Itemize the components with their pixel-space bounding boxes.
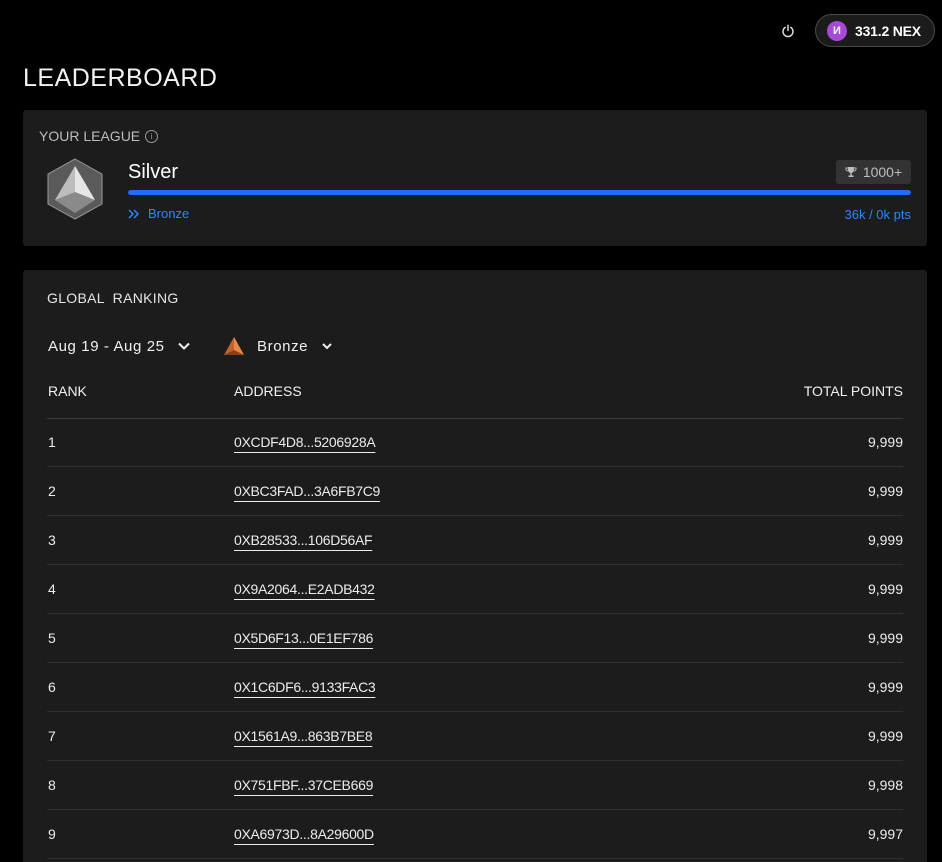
rank-cell: 1 xyxy=(48,434,56,450)
trophy-threshold-value: 1000+ xyxy=(862,164,903,180)
your-league-label-text: YOUR LEAGUE xyxy=(39,128,141,144)
next-league-name: Bronze xyxy=(148,206,190,221)
rank-cell: 9 xyxy=(48,826,56,842)
power-icon[interactable] xyxy=(773,16,803,46)
points-cell: 9,999 xyxy=(867,581,903,597)
column-header-rank: RANK xyxy=(48,383,87,399)
table-row: 1 0XCDF4D8...5206928A 9,999 xyxy=(47,418,903,467)
wallet-amount: 331.2 NEX xyxy=(855,22,921,39)
your-league-card: YOUR LEAGUE i Silver 1000+ Bronze 36k / … xyxy=(23,110,927,246)
address-link[interactable]: 0X5D6F13...0E1EF786 xyxy=(234,630,373,646)
next-league-link[interactable]: Bronze xyxy=(128,206,189,221)
date-range-dropdown[interactable]: Aug 19 - Aug 25 xyxy=(48,335,191,357)
global-ranking-card: GLOBAL RANKING Aug 19 - Aug 25 Bronze RA… xyxy=(23,270,927,862)
address-link[interactable]: 0XBC3FAD...3A6FB7C9 xyxy=(234,483,380,499)
points-cell: 9,999 xyxy=(867,434,903,450)
address-link[interactable]: 0XB28533...106D56AF xyxy=(234,532,373,548)
table-row: 2 0XBC3FAD...3A6FB7C9 9,999 xyxy=(47,467,903,516)
address-link[interactable]: 0X1561A9...863B7BE8 xyxy=(234,728,373,744)
rank-cell: 7 xyxy=(48,728,56,744)
table-row: 6 0X1C6DF6...9133FAC3 9,999 xyxy=(47,663,903,712)
trophy-icon xyxy=(845,167,857,177)
wallet-balance-button[interactable]: И 331.2 NEX xyxy=(815,14,935,47)
page-title: LEADERBOARD xyxy=(23,64,218,92)
date-range-value: Aug 19 - Aug 25 xyxy=(48,337,165,355)
points-cell: 9,998 xyxy=(867,777,903,793)
table-row: 7 0X1561A9...863B7BE8 9,999 xyxy=(47,712,903,761)
token-icon: И xyxy=(827,20,847,41)
trophy-threshold-badge: 1000+ xyxy=(836,160,911,184)
points-cell: 9,999 xyxy=(867,630,903,646)
bronze-league-icon xyxy=(224,337,244,355)
table-row: 9 0XA6973D...8A29600D 9,997 xyxy=(47,810,903,859)
league-filter-value: Bronze xyxy=(257,337,309,355)
info-icon[interactable]: i xyxy=(145,129,159,143)
address-link[interactable]: 0X9A2064...E2ADB432 xyxy=(234,581,375,597)
league-filter-dropdown[interactable]: Bronze xyxy=(223,335,334,357)
your-league-label: YOUR LEAGUE i xyxy=(39,128,159,144)
table-row: 8 0X751FBF...37CEB669 9,998 xyxy=(47,761,903,810)
table-row: 5 0X5D6F13...0E1EF786 9,999 xyxy=(47,614,903,663)
points-cell: 9,999 xyxy=(867,532,903,548)
table-row: 3 0XB28533...106D56AF 9,999 xyxy=(47,516,903,565)
rank-cell: 8 xyxy=(48,777,56,793)
silver-league-badge-icon xyxy=(47,158,103,220)
column-header-address: ADDRESS xyxy=(234,383,302,399)
points-cell: 9,999 xyxy=(867,483,903,499)
ranking-title: GLOBAL RANKING xyxy=(47,290,179,306)
address-link[interactable]: 0XCDF4D8...5206928A xyxy=(234,434,376,450)
points-cell: 9,999 xyxy=(867,679,903,695)
points-cell: 9,997 xyxy=(867,826,903,842)
column-header-total-points: TOTAL POINTS xyxy=(803,383,903,399)
address-link[interactable]: 0X1C6DF6...9133FAC3 xyxy=(234,679,376,695)
address-link[interactable]: 0X751FBF...37CEB669 xyxy=(234,777,373,793)
rank-cell: 5 xyxy=(48,630,56,646)
rank-cell: 4 xyxy=(48,581,56,597)
league-name: Silver xyxy=(128,161,179,183)
address-link[interactable]: 0XA6973D...8A29600D xyxy=(234,826,374,842)
points-progress: 36k / 0k pts xyxy=(844,207,911,222)
points-cell: 9,999 xyxy=(867,728,903,744)
chevron-down-icon xyxy=(322,343,332,350)
leaderboard-page: И 331.2 NEX LEADERBOARD YOUR LEAGUE i Si… xyxy=(0,0,942,862)
rank-cell: 2 xyxy=(48,483,56,499)
ranking-table-body: 1 0XCDF4D8...5206928A 9,999 2 0XBC3FAD..… xyxy=(47,418,903,859)
table-row: 4 0X9A2064...E2ADB432 9,999 xyxy=(47,565,903,614)
league-progress-fill xyxy=(128,190,911,195)
league-progress-bar xyxy=(128,190,911,195)
ranking-table-header: RANK ADDRESS TOTAL POINTS xyxy=(47,382,903,419)
rank-cell: 6 xyxy=(48,679,56,695)
chevron-down-icon xyxy=(177,342,190,350)
rank-cell: 3 xyxy=(48,532,56,548)
double-chevron-right-icon xyxy=(128,208,140,219)
